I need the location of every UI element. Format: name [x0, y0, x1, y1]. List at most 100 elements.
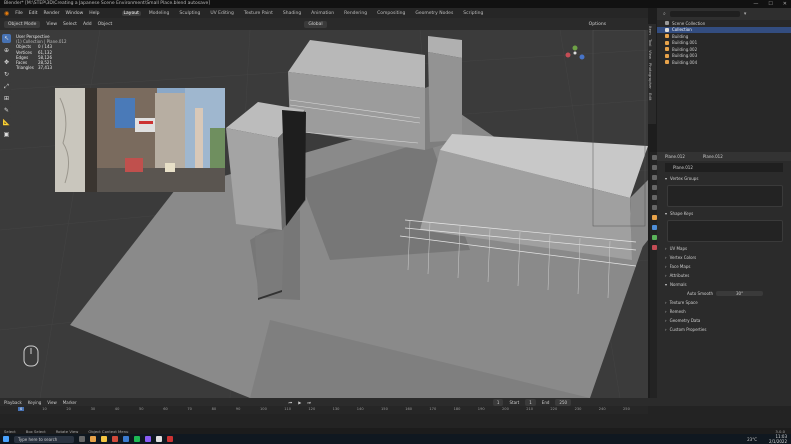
shape-keys-list[interactable]	[667, 220, 783, 242]
orientation-dropdown[interactable]: Global	[304, 20, 327, 28]
playback-menu[interactable]: Playback	[4, 400, 22, 405]
add-menu[interactable]: Add	[83, 22, 92, 27]
tab-shading[interactable]: Shading	[281, 11, 303, 16]
section-attributes[interactable]: › Attributes	[657, 271, 791, 280]
marker-menu[interactable]: Marker	[63, 400, 77, 405]
options-button[interactable]: Options	[589, 22, 606, 27]
reference-image[interactable]	[55, 88, 225, 192]
n-tab-view[interactable]: View	[648, 48, 653, 61]
section-uv-maps[interactable]: › UV Maps	[657, 244, 791, 253]
tab-sculpting[interactable]: Sculpting	[177, 11, 202, 16]
select-tool-icon[interactable]: ↖	[2, 34, 11, 43]
clock-date: 2/1/2022	[769, 439, 787, 444]
transform-tool-icon[interactable]: ⊞	[2, 94, 11, 103]
cursor-tool-icon[interactable]: ⊕	[2, 46, 11, 55]
mode-dropdown[interactable]: Object Mode	[4, 20, 41, 28]
end-frame-field[interactable]: 250	[555, 398, 572, 406]
section-remesh[interactable]: › Remesh	[657, 307, 791, 316]
blender-logo-icon[interactable]: ◉	[4, 10, 9, 17]
tab-scripting[interactable]: Scripting	[461, 11, 485, 16]
tab-rendering[interactable]: Rendering	[342, 11, 369, 16]
select-menu[interactable]: Select	[63, 22, 77, 27]
annotate-tool-icon[interactable]: ✎	[2, 106, 11, 115]
app-icon[interactable]	[145, 436, 151, 442]
3d-viewport[interactable]	[0, 30, 648, 398]
tab-geometry-nodes[interactable]: Geometry Nodes	[413, 11, 455, 16]
output-props-icon[interactable]	[651, 175, 657, 180]
file-explorer-icon[interactable]	[101, 436, 107, 442]
render-props-icon[interactable]	[651, 165, 657, 170]
jump-end-icon[interactable]: ⏭	[307, 400, 311, 405]
menu-edit[interactable]: Edit	[29, 11, 38, 16]
task-view-icon[interactable]	[79, 436, 85, 442]
mesh-name-field[interactable]: Plane.012	[665, 163, 783, 172]
auto-smooth-angle-field[interactable]: 30°	[716, 291, 764, 296]
timeline-ruler[interactable]: 0 10 20 30 40 50 60 70 80 90 100 110 120 130 140 150 160…	[0, 406, 648, 414]
app-icon[interactable]	[167, 436, 173, 442]
app-icon[interactable]	[156, 436, 162, 442]
tab-compositing[interactable]: Compositing	[375, 11, 407, 16]
rotate-tool-icon[interactable]: ↻	[2, 70, 11, 79]
section-custom-properties[interactable]: › Custom Properties	[657, 325, 791, 334]
view-menu[interactable]: View	[46, 22, 57, 27]
section-shape-keys[interactable]: ▾ Shape Keys	[657, 209, 791, 218]
section-vertex-colors[interactable]: › Vertex Colors	[657, 253, 791, 262]
minimize-button[interactable]: —	[753, 0, 758, 8]
windows-start-icon[interactable]	[3, 436, 9, 442]
mesh-data-props-icon[interactable]	[651, 235, 657, 240]
view-menu-timeline[interactable]: View	[47, 400, 57, 405]
timeline-tick-label: 180	[453, 407, 461, 411]
play-icon[interactable]: ▶	[298, 400, 301, 405]
section-normals[interactable]: ▾ Normals	[657, 280, 791, 289]
viewport-scene	[0, 30, 648, 398]
menu-render[interactable]: Render	[44, 11, 60, 16]
material-props-icon[interactable]	[651, 245, 657, 250]
current-frame-field[interactable]: 1	[492, 398, 504, 406]
measure-tool-icon[interactable]: 📐	[2, 118, 11, 127]
section-vertex-groups[interactable]: ▾ Vertex Groups	[657, 174, 791, 183]
os-taskbar: Type here to search 23°C	[0, 434, 791, 444]
n-tab-tool[interactable]: Tool	[648, 37, 653, 48]
app-icon[interactable]	[123, 436, 129, 442]
scene-props-icon[interactable]	[651, 195, 657, 200]
menu-file[interactable]: File	[15, 11, 23, 16]
n-tab-edit[interactable]: Edit	[648, 91, 653, 102]
taskbar-search-input[interactable]: Type here to search	[14, 435, 74, 443]
n-tab-item[interactable]: Item	[648, 24, 653, 37]
browser-icon[interactable]	[112, 436, 118, 442]
taskbar-clock[interactable]: 11:03 2/1/2022	[769, 434, 787, 444]
move-tool-icon[interactable]: ✥	[2, 58, 11, 67]
section-geometry-data[interactable]: › Geometry Data	[657, 316, 791, 325]
tool-props-icon[interactable]	[651, 155, 657, 160]
menu-help[interactable]: Help	[89, 11, 99, 16]
jump-start-icon[interactable]: ⏮	[289, 400, 293, 405]
outliner-row[interactable]: Building.004	[657, 59, 791, 66]
section-face-maps[interactable]: › Face Maps	[657, 262, 791, 271]
menu-window[interactable]: Window	[66, 11, 84, 16]
filter-icon[interactable]: ▾	[744, 11, 747, 17]
object-props-icon[interactable]	[651, 215, 657, 220]
blender-taskbar-icon[interactable]	[90, 436, 96, 442]
object-menu[interactable]: Object	[98, 22, 113, 27]
tab-animation[interactable]: Animation	[309, 11, 336, 16]
start-frame-field[interactable]: 1	[525, 398, 536, 406]
tab-layout[interactable]: Layout	[121, 10, 141, 16]
modifier-props-icon[interactable]	[651, 225, 657, 230]
scale-tool-icon[interactable]: ⤢	[2, 82, 11, 91]
section-texture-space[interactable]: › Texture Space	[657, 298, 791, 307]
close-button[interactable]: ✕	[783, 0, 787, 8]
add-cube-tool-icon[interactable]: ▣	[2, 130, 11, 139]
outliner-search-icon[interactable]: ⌕	[663, 11, 666, 17]
vertex-groups-list[interactable]	[667, 185, 783, 207]
tab-texture-paint[interactable]: Texture Paint	[242, 11, 275, 16]
view-layer-props-icon[interactable]	[651, 185, 657, 190]
keying-menu[interactable]: Keying	[28, 400, 41, 405]
n-tab-photographer[interactable]: Photographer	[648, 61, 653, 91]
auto-smooth-checkbox[interactable]: Auto Smooth	[687, 291, 713, 296]
spotify-icon[interactable]	[134, 436, 140, 442]
tab-modeling[interactable]: Modeling	[147, 11, 171, 16]
world-props-icon[interactable]	[651, 205, 657, 210]
maximize-button[interactable]: ☐	[768, 0, 772, 8]
tab-uv-editing[interactable]: UV Editing	[208, 11, 235, 16]
outliner-search-input[interactable]	[669, 11, 740, 17]
